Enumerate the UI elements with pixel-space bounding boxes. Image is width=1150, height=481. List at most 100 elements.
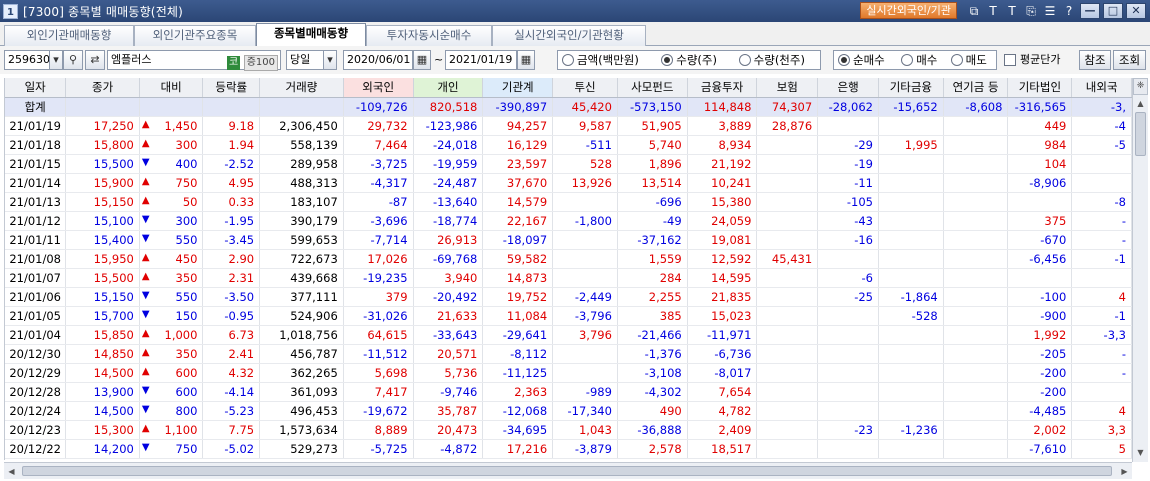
scroll-thumb[interactable] — [22, 466, 1112, 476]
swap-icon[interactable]: ⇄ — [85, 50, 105, 70]
col-header[interactable]: 투신 — [552, 78, 618, 98]
stock-code-input[interactable]: 259630 — [4, 50, 50, 70]
date-cell: 21/01/06 — [5, 287, 67, 307]
table-row[interactable]: 21/01/19 17,250 ▲ 1,450 9.18 2,306,450 29,732-… — [5, 116, 1132, 136]
calendar-from-icon[interactable]: ▦ — [413, 50, 431, 70]
col-header[interactable]: 거래량 — [259, 78, 344, 98]
table-row[interactable]: 21/01/05 15,700 ▼ 150 -0.95 524,906 -31,026 21,… — [5, 306, 1132, 326]
change-value: 600 — [175, 365, 198, 380]
col-header[interactable]: 개인 — [413, 78, 484, 98]
tab-foreign-institution-trend[interactable]: 외인기관매매동향 — [4, 25, 134, 46]
col-header[interactable]: 은행 — [817, 78, 879, 98]
scroll-up-icon[interactable]: ▲ — [1133, 96, 1148, 111]
table-row[interactable]: 21/01/12 15,100 ▼ 300 -1.95 390,179 -3,696 -18,… — [5, 211, 1132, 231]
period-select[interactable]: 당일 — [286, 50, 324, 70]
col-header[interactable]: 일자 — [5, 78, 67, 98]
unit-option-amount[interactable]: 금액(백만원) — [558, 52, 657, 68]
col-header[interactable]: 기타법인 — [1007, 78, 1073, 98]
search-icon[interactable]: ⚲ — [63, 50, 83, 70]
col-header[interactable]: 기관계 — [482, 78, 554, 98]
close-button[interactable]: ✕ — [1126, 2, 1146, 19]
rate-cell: -5.23 — [202, 401, 261, 421]
list-icon[interactable]: ☰ — [1042, 3, 1058, 19]
trading-table[interactable]: 일자 종가 대비 등락률 거래량 외국인 개인 기관계 투신 사모펀드 금융투자… — [4, 78, 1132, 460]
investor-cell: -11,125 — [482, 363, 554, 383]
col-header[interactable]: 기타금융 — [878, 78, 944, 98]
date-from-input[interactable]: 2020/06/01 — [343, 50, 413, 70]
table-row[interactable]: 21/01/06 15,150 ▼ 550 -3.50 377,111 379 -20,492… — [5, 287, 1132, 307]
col-header[interactable]: 종가 — [65, 78, 140, 98]
table-row[interactable]: 20/12/28 13,900 ▼ 600 -4.14 361,093 7,417 -9,74… — [5, 382, 1132, 402]
volume-cell: 529,273 — [259, 439, 344, 459]
col-header[interactable]: 대비 — [139, 78, 204, 98]
investor-cell: 7,417 — [343, 382, 414, 402]
table-row[interactable]: 21/01/04 15,850 ▲ 1,000 6.73 1,018,756 64,615-… — [5, 325, 1132, 345]
investor-cell: 51,905 — [617, 116, 688, 136]
investor-cell: 8,889 — [343, 420, 414, 440]
table-row[interactable]: 20/12/23 15,300 ▲ 1,100 7.75 1,573,634 8,889 20… — [5, 420, 1132, 440]
scroll-left-icon[interactable]: ◀ — [4, 464, 19, 479]
title-bar: 1 [7300] 종목별 매매동향(전체) 실시간외국인/기관 ⧉ T T ⎘ … — [0, 0, 1150, 22]
date-to-input[interactable]: 2021/01/19 — [445, 50, 517, 70]
tab-realtime-foreign-institution[interactable]: 실시간외국인/기관현황 — [492, 25, 646, 46]
table-row[interactable]: 21/01/15 15,500 ▼ 400 -2.52 289,958 -3,725 -19,… — [5, 154, 1132, 174]
table-row[interactable]: 21/01/08 15,950 ▲ 450 2.90 722,673 17,026 -69,7… — [5, 249, 1132, 269]
popout-icon[interactable]: ⧉ — [966, 3, 982, 19]
vertical-scrollbar[interactable]: ❈ ▲ ▼ — [1132, 78, 1148, 462]
code-dropdown-button[interactable]: ▾ — [49, 50, 63, 70]
type-option-buy[interactable]: 매수 — [897, 52, 946, 68]
summary-cell: -390,897 — [482, 97, 554, 117]
query-button[interactable]: 조회 — [1113, 50, 1146, 70]
date-cell: 21/01/18 — [5, 135, 67, 155]
col-header[interactable]: 내외국 — [1071, 78, 1132, 98]
reference-button[interactable]: 참조 — [1079, 50, 1111, 70]
tab-foreign-institution-major[interactable]: 외인기관주요종목 — [134, 25, 256, 46]
type-option-sell[interactable]: 매도 — [947, 52, 996, 68]
text-icon[interactable]: T — [985, 3, 1001, 19]
unit-option-thousand-shares[interactable]: 수량(천주) — [735, 52, 820, 68]
summary-cell: 74,307 — [756, 97, 819, 117]
col-header[interactable]: 외국인 — [343, 78, 414, 98]
rate-cell: -1.95 — [202, 211, 261, 231]
help-icon[interactable]: ? — [1061, 3, 1077, 19]
minimize-button[interactable]: — — [1080, 2, 1100, 19]
horizontal-scrollbar[interactable]: ◀ ▶ — [4, 462, 1132, 479]
scroll-thumb[interactable] — [1135, 112, 1146, 156]
col-header[interactable]: 사모펀드 — [617, 78, 688, 98]
tab-stock-trading-trend[interactable]: 종목별매매동향 — [256, 23, 366, 47]
table-row[interactable]: 20/12/29 14,500 ▲ 600 4.32 362,265 5,698 5,736-… — [5, 363, 1132, 383]
table-row[interactable]: 21/01/13 15,150 ▲ 50 0.33 183,107 -87 -13,640 14… — [5, 192, 1132, 212]
maximize-button[interactable]: □ — [1103, 2, 1123, 19]
investor-cell — [756, 173, 819, 193]
investor-cell: -11,971 — [687, 325, 758, 345]
calendar-to-icon[interactable]: ▦ — [517, 50, 535, 70]
avg-price-checkbox[interactable]: 평균단가 — [1004, 50, 1076, 70]
close-price-cell: 15,300 — [65, 420, 140, 440]
table-row[interactable]: 21/01/11 15,400 ▼ 550 -3.45 599,653 -7,714 26,9… — [5, 230, 1132, 250]
table-row[interactable]: 20/12/22 14,200 ▼ 750 -5.02 529,273 -5,725 -4,8… — [5, 439, 1132, 459]
copy-icon[interactable]: ⎘ — [1023, 3, 1039, 19]
col-header[interactable]: 금융투자 — [687, 78, 758, 98]
table-row[interactable]: 21/01/07 15,500 ▲ 350 2.31 439,668 -19,235 3,94… — [5, 268, 1132, 288]
unit-option-shares[interactable]: 수량(주) — [657, 52, 734, 68]
col-header[interactable]: 등락률 — [202, 78, 261, 98]
volume-cell: 1,573,634 — [259, 420, 344, 440]
tab-investor-net-buy[interactable]: 투자자동시순매수 — [366, 25, 492, 46]
summary-cell — [65, 97, 140, 117]
scroll-down-icon[interactable]: ▼ — [1133, 445, 1148, 460]
investor-cell: -1,800 — [552, 211, 618, 231]
table-row[interactable]: 20/12/24 14,500 ▼ 800 -5.23 496,453 -19,672 35,… — [5, 401, 1132, 421]
investor-cell: 104 — [1007, 154, 1073, 174]
table-row[interactable]: 21/01/18 15,800 ▲ 300 1.94 558,139 7,464 -24,01… — [5, 135, 1132, 155]
period-dropdown-button[interactable]: ▾ — [323, 50, 337, 70]
table-row[interactable]: 21/01/14 15,900 ▲ 750 4.95 488,313 -4,317 -24,4… — [5, 173, 1132, 193]
col-header[interactable]: 보험 — [756, 78, 819, 98]
settings-icon[interactable]: ❈ — [1133, 78, 1148, 95]
investor-cell: 3,889 — [687, 116, 758, 136]
table-row[interactable]: 20/12/30 14,850 ▲ 350 2.41 456,787 -11,512 20,5… — [5, 344, 1132, 364]
T-icon[interactable]: T — [1004, 3, 1020, 19]
col-header[interactable]: 연기금 등 — [943, 78, 1009, 98]
scroll-right-icon[interactable]: ▶ — [1117, 464, 1132, 479]
type-option-net-buy[interactable]: 순매수 — [834, 52, 897, 68]
realtime-foreign-institution-button[interactable]: 실시간외국인/기관 — [860, 2, 957, 19]
